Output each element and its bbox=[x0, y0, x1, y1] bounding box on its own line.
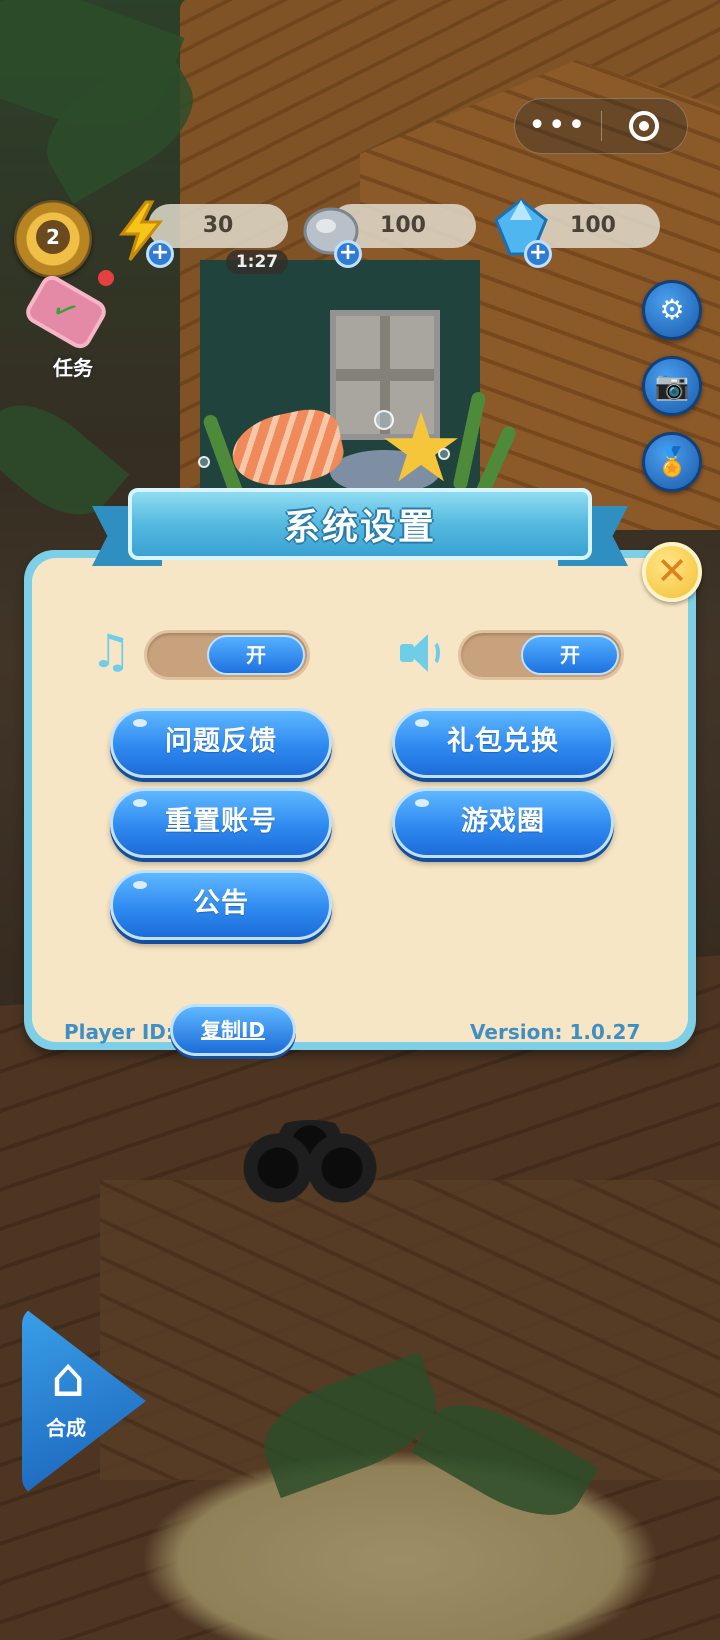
reset-account-button[interactable]: 重置账号 bbox=[110, 788, 332, 858]
copy-id-button[interactable]: 复制ID bbox=[170, 1004, 296, 1056]
bubble-decoration bbox=[438, 448, 450, 460]
level-star-badge[interactable]: 2 bbox=[14, 200, 92, 278]
notification-dot bbox=[98, 270, 114, 286]
more-dots-icon[interactable]: ••• bbox=[515, 106, 601, 146]
speaker-wave bbox=[426, 640, 440, 666]
speaker-cone bbox=[408, 634, 428, 672]
energy-timer: 1:27 bbox=[226, 250, 288, 274]
level-number: 2 bbox=[36, 220, 70, 254]
add-energy-button[interactable]: + bbox=[146, 240, 174, 268]
title-ribbon: 系统设置 bbox=[92, 488, 628, 574]
speaker-icon bbox=[396, 630, 446, 676]
task-label: 任务 bbox=[53, 356, 93, 380]
merge-label: 合成 bbox=[46, 1416, 86, 1440]
home-icon: ⌂ bbox=[50, 1346, 86, 1409]
version-label: Version: 1.0.27 bbox=[470, 1020, 641, 1044]
music-toggle-knob: 开 bbox=[207, 635, 305, 675]
task-phone-icon bbox=[21, 271, 111, 353]
bubble-decoration bbox=[374, 410, 394, 430]
sound-toggle[interactable]: 开 bbox=[458, 630, 624, 680]
bubble-decoration bbox=[198, 456, 210, 468]
add-gem-button[interactable]: + bbox=[524, 240, 552, 268]
player-id-label: Player ID: bbox=[64, 1020, 174, 1044]
close-icon: ✕ bbox=[656, 549, 688, 593]
add-stone-button[interactable]: + bbox=[334, 240, 362, 268]
close-miniprogram-button[interactable] bbox=[602, 111, 688, 141]
close-button[interactable]: ✕ bbox=[642, 542, 702, 602]
feedback-button[interactable]: 问题反馈 bbox=[110, 708, 332, 778]
task-button[interactable]: 任务 bbox=[20, 270, 120, 386]
target-icon bbox=[629, 111, 660, 141]
settings-title: 系统设置 bbox=[283, 507, 436, 548]
camera-icon[interactable]: 📷 bbox=[642, 356, 702, 416]
miniprogram-capsule: ••• bbox=[514, 98, 688, 154]
music-note-icon: ♫ bbox=[90, 624, 132, 678]
gift-redeem-button[interactable]: 礼包兑换 bbox=[392, 708, 614, 778]
medal-icon[interactable]: 🏅 bbox=[642, 432, 702, 492]
announcement-button[interactable]: 公告 bbox=[110, 870, 332, 940]
gear-icon[interactable]: ⚙ bbox=[642, 280, 702, 340]
music-toggle[interactable]: 开 bbox=[144, 630, 310, 680]
ribbon-banner: 系统设置 bbox=[128, 488, 592, 560]
game-circle-button[interactable]: 游戏圈 bbox=[392, 788, 614, 858]
sound-toggle-knob: 开 bbox=[521, 635, 619, 675]
